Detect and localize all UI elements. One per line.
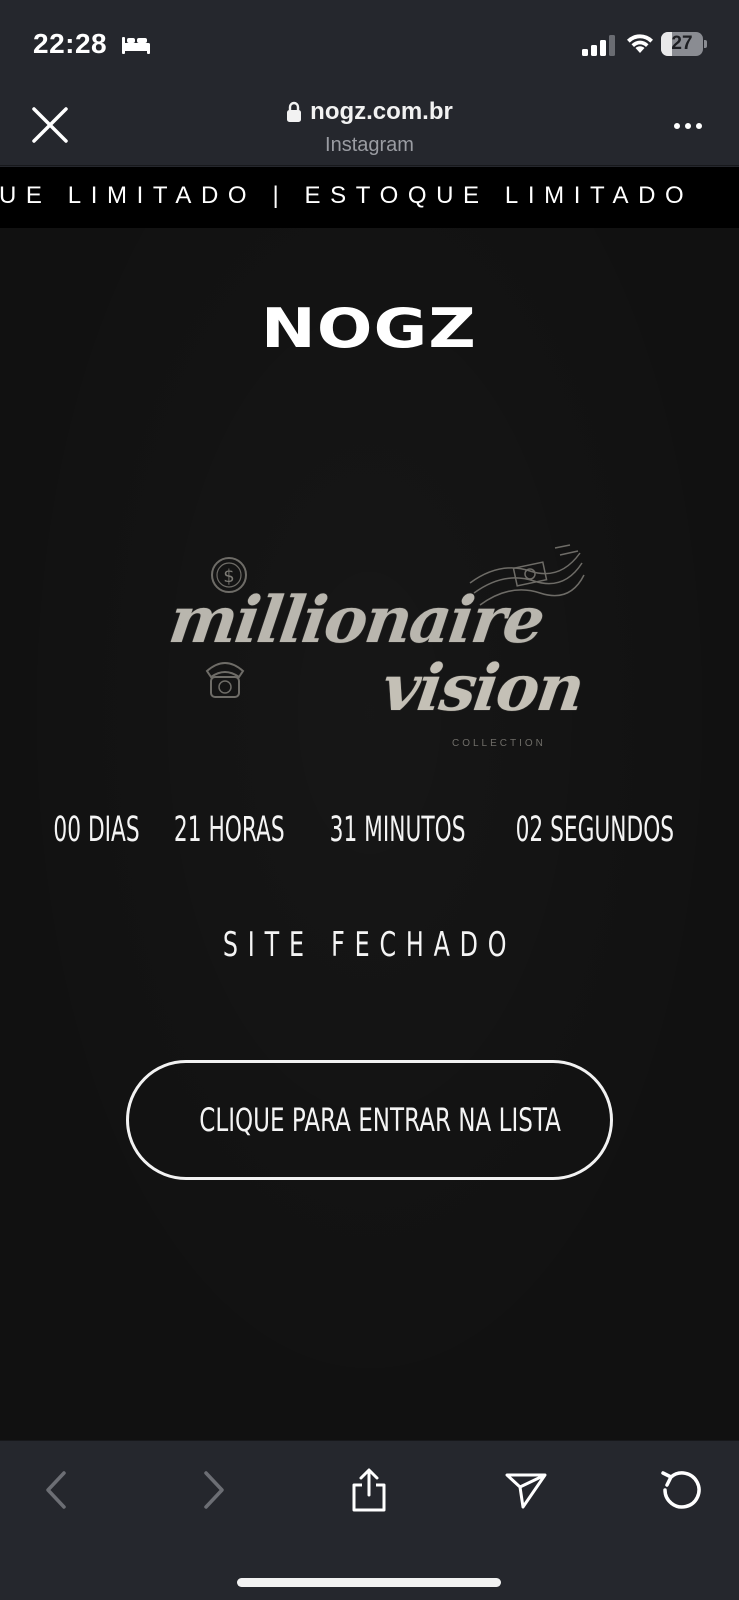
send-icon[interactable] bbox=[503, 1467, 549, 1513]
svg-text:NOGZ: NOGZ bbox=[261, 300, 477, 354]
battery-indicator: 27 bbox=[661, 32, 707, 56]
page-content: NOGZ $ millionaire vision COLLECTION 00 … bbox=[0, 228, 739, 1440]
marquee-text: UE LIMITADO | ESTOQUE LIMITADO bbox=[0, 182, 694, 209]
site-closed-status: SITE FECHADO bbox=[0, 925, 739, 965]
cellular-signal-icon bbox=[582, 35, 615, 56]
status-bar: 22:28 27 bbox=[0, 0, 739, 86]
url-area[interactable]: nogz.com.br Instagram bbox=[0, 98, 739, 157]
home-indicator bbox=[237, 1578, 501, 1587]
countdown-hours: 21 HORAS bbox=[174, 810, 285, 850]
wifi-icon bbox=[627, 34, 653, 53]
browser-toolbar bbox=[0, 1440, 739, 1600]
countdown-timer: 00 DIAS 21 HORAS 31 MINUTOS 02 SEGUNDOS bbox=[0, 810, 739, 850]
in-app-browser-header: nogz.com.br Instagram bbox=[0, 86, 739, 166]
countdown-days: 00 DIAS bbox=[53, 810, 140, 850]
chevron-left-icon[interactable] bbox=[34, 1467, 80, 1513]
battery-body: 27 bbox=[661, 32, 703, 56]
bed-icon bbox=[122, 37, 150, 54]
collection-artwork: $ millionaire vision COLLECTION bbox=[164, 543, 588, 749]
collection-title-line2: vision bbox=[377, 651, 588, 726]
collection-title-line1: millionaire bbox=[164, 583, 548, 658]
countdown-minutes: 31 MINUTOS bbox=[329, 810, 466, 850]
announcement-marquee: UE LIMITADO | ESTOQUE LIMITADO bbox=[0, 167, 739, 228]
reload-icon[interactable] bbox=[659, 1467, 705, 1513]
nogz-logo: NOGZ bbox=[261, 300, 477, 354]
battery-cap bbox=[704, 40, 707, 48]
join-list-button-label: CLIQUE PARA ENTRAR NA LISTA bbox=[199, 1101, 561, 1139]
share-icon[interactable] bbox=[346, 1467, 392, 1513]
battery-level: 27 bbox=[671, 33, 693, 54]
chevron-right-icon[interactable] bbox=[190, 1467, 236, 1513]
rotary-phone-icon bbox=[205, 662, 245, 698]
lock-icon bbox=[287, 101, 302, 122]
url-text: nogz.com.br bbox=[310, 98, 453, 125]
more-options-icon[interactable] bbox=[673, 122, 703, 130]
status-time: 22:28 bbox=[33, 28, 108, 59]
url-source: Instagram bbox=[325, 134, 414, 156]
site-closed-text: SITE FECHADO bbox=[222, 925, 517, 965]
collection-title-line3: COLLECTION bbox=[452, 738, 546, 749]
countdown-seconds: 02 SEGUNDOS bbox=[515, 810, 674, 850]
join-list-button[interactable]: CLIQUE PARA ENTRAR NA LISTA bbox=[126, 1060, 613, 1180]
